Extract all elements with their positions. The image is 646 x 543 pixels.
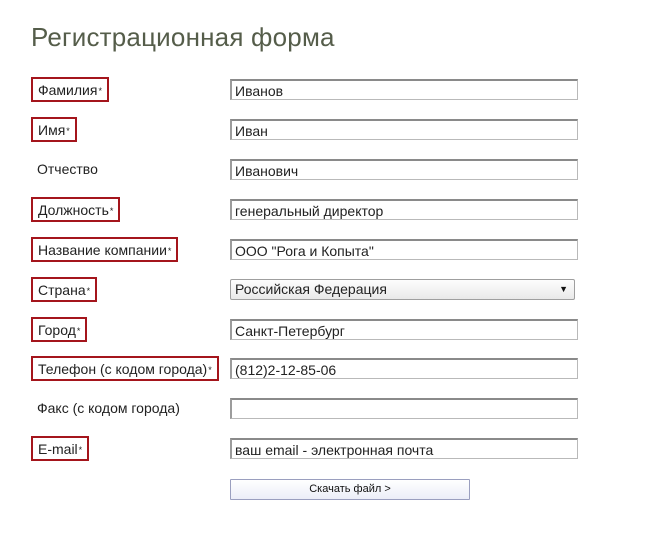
surname-label: Фамилия*	[31, 77, 109, 102]
company-input[interactable]	[230, 239, 578, 260]
city-label-text: Город	[38, 322, 76, 338]
first-name-input[interactable]	[230, 119, 578, 140]
form-row-patronymic: Отчество	[0, 156, 646, 186]
required-star: *	[78, 445, 83, 455]
required-star: *	[208, 365, 212, 375]
surname-input[interactable]	[230, 79, 578, 100]
phone-label: Телефон (с кодом города)*	[31, 356, 219, 381]
fax-input[interactable]	[230, 398, 578, 419]
patronymic-label: Отчество	[37, 161, 98, 177]
required-star: *	[167, 246, 172, 256]
required-star: *	[66, 126, 70, 136]
patronymic-input[interactable]	[230, 159, 578, 180]
position-label: Должность*	[31, 197, 121, 222]
position-label-text: Должность	[38, 202, 109, 218]
first-name-label-text: Имя	[38, 122, 66, 138]
form-row-city: Город*	[0, 316, 646, 346]
company-label-text: Название компании	[38, 242, 167, 258]
country-select[interactable]: Российская Федерация ▼	[230, 279, 575, 300]
fax-label: Факс (с кодом города)	[37, 400, 180, 416]
email-label: E-mail*	[31, 436, 90, 461]
city-input[interactable]	[230, 319, 578, 340]
form-row-surname: Фамилия*	[0, 76, 646, 106]
form-row-phone: Телефон (с кодом города)*	[0, 355, 646, 385]
city-label: Город*	[31, 317, 88, 342]
position-input[interactable]	[230, 199, 578, 220]
page-title: Регистрационная форма	[31, 22, 335, 52]
phone-input[interactable]	[230, 358, 578, 379]
form-row-company: Название компании*	[0, 236, 646, 266]
required-star: *	[109, 206, 114, 216]
country-label-text: Страна	[38, 282, 86, 298]
country-label: Страна*	[31, 277, 98, 302]
form-row-fax: Факс (с кодом города)	[0, 395, 646, 425]
required-star: *	[76, 326, 81, 336]
form-row-position: Должность*	[0, 196, 646, 226]
triangle-down-icon: ▼	[559, 284, 568, 294]
phone-label-text: Телефон (с кодом города)	[38, 361, 208, 377]
email-label-text: E-mail	[38, 441, 78, 457]
form-row-country: Страна* Российская Федерация ▼	[0, 276, 646, 306]
form-row-email: E-mail*	[0, 435, 646, 465]
download-file-button[interactable]: Скачать файл >	[230, 479, 470, 500]
required-star: *	[86, 286, 91, 296]
email-input[interactable]	[230, 438, 578, 459]
form-row-first-name: Имя*	[0, 116, 646, 146]
company-label: Название компании*	[31, 237, 179, 262]
country-select-value: Российская Федерация	[235, 281, 387, 297]
required-star: *	[98, 86, 102, 96]
surname-label-text: Фамилия	[38, 82, 98, 98]
first-name-label: Имя*	[31, 117, 77, 142]
